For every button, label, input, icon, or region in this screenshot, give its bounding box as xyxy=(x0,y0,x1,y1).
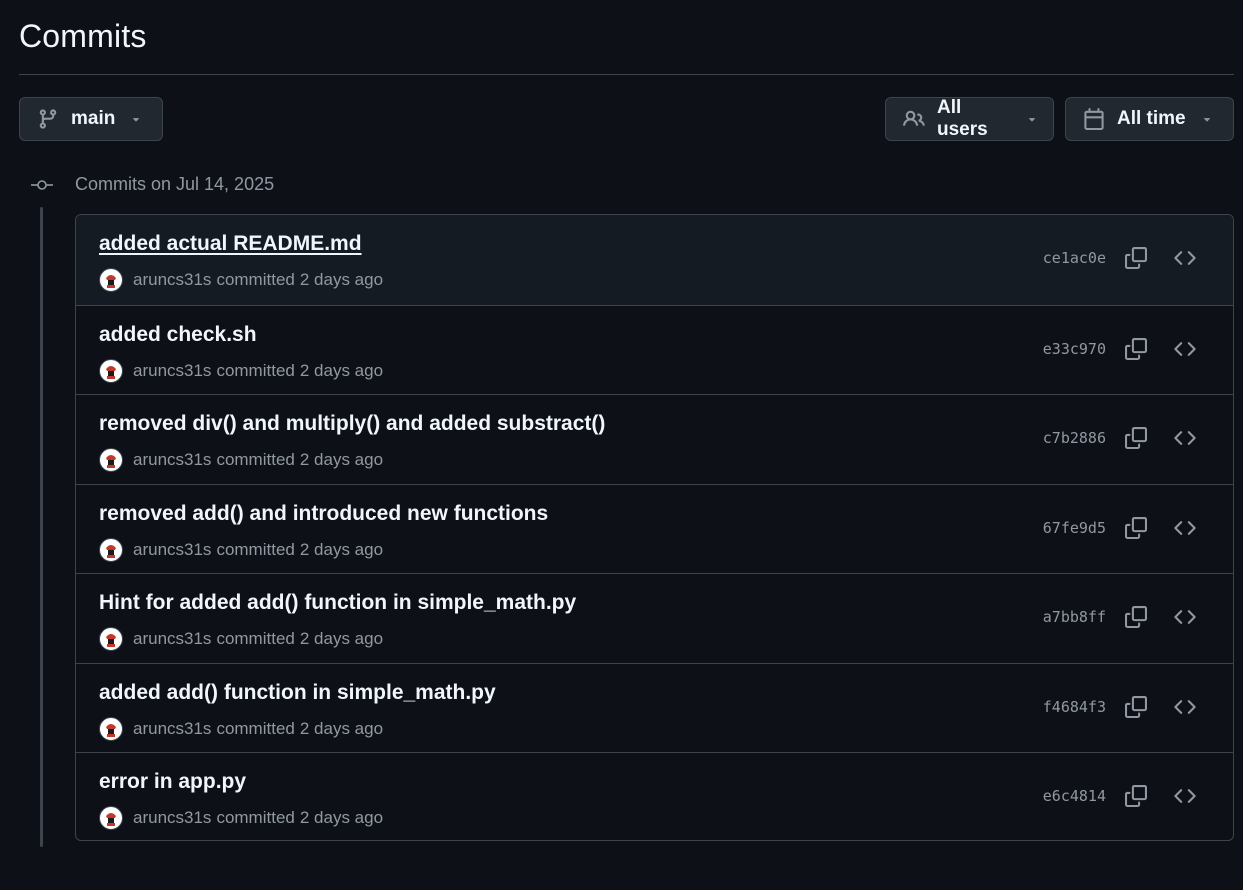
commit-row: removed div() and multiply() and added s… xyxy=(76,394,1233,484)
commits-page: Commits main All users All time Commits … xyxy=(0,0,1243,890)
commit-list: added actual README.md aruncs31s committ… xyxy=(75,214,1234,841)
commit-verb: committed xyxy=(216,450,295,469)
time-filter-label: All time xyxy=(1117,108,1186,129)
copy-icon[interactable] xyxy=(1123,694,1149,720)
avatar[interactable] xyxy=(99,268,123,292)
commit-time: 2 days ago xyxy=(299,539,384,559)
commit-message-link[interactable]: added actual README.md xyxy=(99,232,362,256)
copy-icon[interactable] xyxy=(1123,245,1149,271)
commit-sha-link[interactable]: 67fe9d5 xyxy=(1043,519,1106,537)
copy-icon[interactable] xyxy=(1123,425,1149,451)
commit-meta: aruncs31s committed 2 days ago xyxy=(99,805,383,831)
commit-row: added actual README.md aruncs31s committ… xyxy=(76,215,1233,305)
commit-meta: aruncs31s committed 2 days ago xyxy=(99,447,383,473)
commit-meta: aruncs31s committed 2 days ago xyxy=(99,716,383,742)
commit-row: Hint for added add() function in simple_… xyxy=(76,573,1233,663)
git-branch-icon xyxy=(37,108,59,130)
code-icon[interactable] xyxy=(1172,694,1198,720)
users-filter-button[interactable]: All users xyxy=(885,97,1054,141)
commit-row: added add() function in simple_math.py a… xyxy=(76,662,1233,753)
calendar-icon xyxy=(1083,108,1105,130)
commit-author[interactable]: aruncs31s xyxy=(133,450,211,470)
commit-group-header: Commits on Jul 14, 2025 xyxy=(30,172,274,198)
triangle-down-icon xyxy=(1200,112,1214,126)
commit-author[interactable]: aruncs31s xyxy=(133,719,211,739)
commit-author[interactable]: aruncs31s xyxy=(133,629,211,649)
branch-select-label: main xyxy=(71,108,116,129)
copy-icon[interactable] xyxy=(1123,604,1149,630)
commit-message-link[interactable]: removed div() and multiply() and added s… xyxy=(99,412,605,436)
code-icon[interactable] xyxy=(1172,604,1198,630)
code-icon[interactable] xyxy=(1172,336,1198,362)
commit-verb: committed xyxy=(216,360,295,380)
commit-verb: committed xyxy=(216,629,295,648)
commit-meta: aruncs31s committed 2 days ago xyxy=(99,626,383,652)
commit-author[interactable]: aruncs31s xyxy=(133,540,211,560)
triangle-down-icon xyxy=(1025,112,1039,126)
page-title: Commits xyxy=(19,18,147,54)
time-filter-button[interactable]: All time xyxy=(1065,97,1234,141)
avatar[interactable] xyxy=(99,627,123,651)
commit-row: added check.sh aruncs31s committed 2 day… xyxy=(76,304,1233,395)
commit-sha-link[interactable]: ce1ac0e xyxy=(1043,249,1106,267)
title-divider xyxy=(19,74,1234,75)
commit-time: 2 days ago xyxy=(299,718,384,738)
code-icon[interactable] xyxy=(1172,515,1198,541)
code-icon[interactable] xyxy=(1172,425,1198,451)
commit-row: removed add() and introduced new functio… xyxy=(76,483,1233,574)
commit-author[interactable]: aruncs31s xyxy=(133,808,211,828)
users-filter-label: All users xyxy=(937,97,988,140)
copy-icon[interactable] xyxy=(1123,336,1149,362)
commit-time: 2 days ago xyxy=(299,808,384,827)
triangle-down-icon xyxy=(129,112,143,126)
commit-meta: aruncs31s committed 2 days ago xyxy=(99,267,383,293)
code-icon[interactable] xyxy=(1172,783,1198,809)
avatar[interactable] xyxy=(99,716,123,741)
branch-select-button[interactable]: main xyxy=(19,97,163,141)
commit-author[interactable]: aruncs31s xyxy=(133,361,211,381)
commit-time: 2 days ago xyxy=(299,629,384,648)
commit-sha-link[interactable]: c7b2886 xyxy=(1043,429,1106,447)
commit-time: 2 days ago xyxy=(299,270,384,289)
commit-sha-link[interactable]: a7bb8ff xyxy=(1043,608,1106,626)
commit-verb: committed xyxy=(216,270,295,289)
commit-verb: committed xyxy=(216,718,295,738)
commit-message-link[interactable]: Hint for added add() function in simple_… xyxy=(99,591,576,615)
commit-row: error in app.py aruncs31s committed 2 da… xyxy=(76,752,1233,840)
commit-meta: aruncs31s committed 2 days ago xyxy=(99,358,383,384)
git-commit-icon xyxy=(30,172,54,198)
people-icon xyxy=(903,108,925,130)
commit-time: 2 days ago xyxy=(299,360,384,380)
copy-icon[interactable] xyxy=(1123,515,1149,541)
commit-message-link[interactable]: added add() function in simple_math.py xyxy=(99,681,496,705)
commit-time: 2 days ago xyxy=(299,450,384,469)
commit-author[interactable]: aruncs31s xyxy=(133,270,211,290)
timeline-line xyxy=(40,207,43,847)
code-icon[interactable] xyxy=(1172,245,1198,271)
avatar[interactable] xyxy=(99,358,123,383)
commit-message-link[interactable]: removed add() and introduced new functio… xyxy=(99,502,548,526)
avatar[interactable] xyxy=(99,537,123,562)
avatar[interactable] xyxy=(99,448,123,472)
commit-group-date: Commits on Jul 14, 2025 xyxy=(75,174,275,194)
commit-message-link[interactable]: error in app.py xyxy=(99,770,246,794)
commit-message-link[interactable]: added check.sh xyxy=(99,323,257,347)
copy-icon[interactable] xyxy=(1123,783,1149,809)
avatar[interactable] xyxy=(99,806,123,830)
commit-meta: aruncs31s committed 2 days ago xyxy=(99,537,383,563)
commit-sha-link[interactable]: f4684f3 xyxy=(1043,698,1106,716)
commit-sha-link[interactable]: e6c4814 xyxy=(1043,787,1106,805)
commit-verb: committed xyxy=(216,808,295,827)
commit-verb: committed xyxy=(216,539,295,559)
commit-sha-link[interactable]: e33c970 xyxy=(1043,340,1106,358)
